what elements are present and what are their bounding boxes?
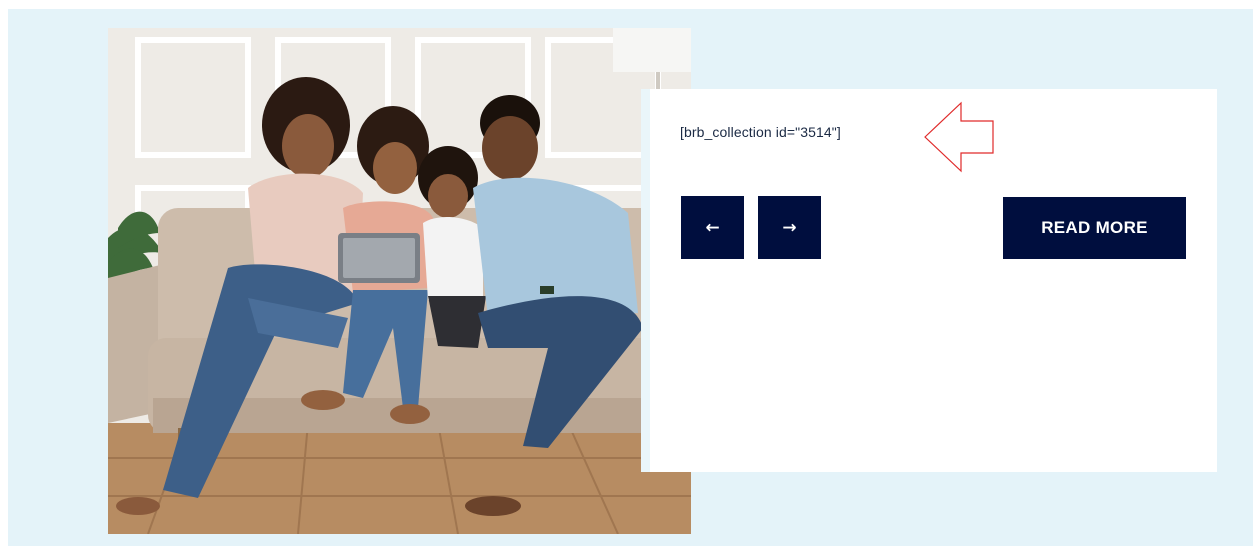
arrow-right-icon: →	[782, 217, 797, 238]
next-slide-button[interactable]: →	[758, 196, 821, 259]
slide-content-card: [brb_collection id="3514"] ← → READ MORE	[641, 89, 1217, 472]
arrow-left-icon: ←	[705, 217, 720, 238]
read-more-button[interactable]: READ MORE	[1003, 197, 1186, 259]
left-arrow-outline-icon	[924, 101, 994, 173]
collection-shortcode-text: [brb_collection id="3514"]	[680, 124, 841, 140]
previous-slide-button[interactable]: ←	[681, 196, 744, 259]
family-photo	[108, 28, 691, 534]
